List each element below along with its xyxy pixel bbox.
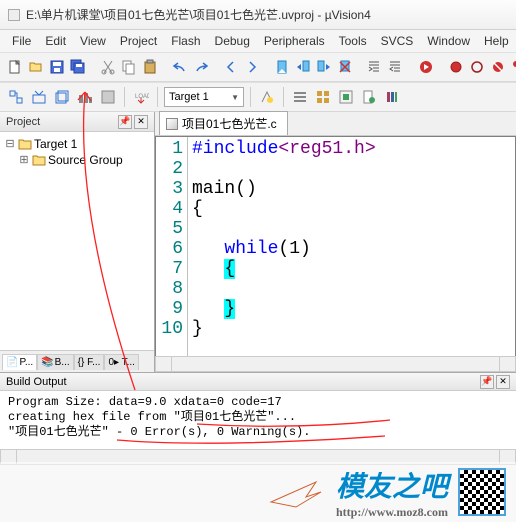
project-panel: Project 📌 ✕ ⊟ Target 1 ⊞ Source Group 📄P… — [0, 112, 155, 372]
file-ext-icon[interactable] — [359, 87, 379, 107]
batch-build-icon[interactable] — [75, 87, 95, 107]
bookmark-next-icon[interactable] — [315, 57, 333, 77]
plane-icon — [266, 472, 326, 512]
nav-forward-icon[interactable] — [243, 57, 261, 77]
tree-group-node[interactable]: ⊞ Source Group — [4, 152, 150, 168]
project-bottom-tabs: 📄P... 📚B... {} F... 0▸ T... — [0, 350, 154, 372]
code-content[interactable]: #include<reg51.h> main(){ while(1) { }} — [188, 137, 380, 356]
menu-help[interactable]: Help — [478, 32, 515, 50]
h-scrollbar[interactable] — [155, 356, 516, 372]
bookmark-clear-icon[interactable] — [336, 57, 354, 77]
options-target-icon[interactable] — [257, 87, 277, 107]
build-line-size: Program Size: data=9.0 xdata=0 code=17 — [8, 395, 508, 410]
watermark-footer: 模友之吧http://www.moz8.com — [0, 462, 516, 522]
project-tree[interactable]: ⊟ Target 1 ⊞ Source Group — [0, 132, 154, 350]
menu-project[interactable]: Project — [114, 32, 163, 50]
tab-project[interactable]: 📄P... — [2, 354, 37, 370]
menu-view[interactable]: View — [74, 32, 112, 50]
line-gutter: 12345678910 — [156, 137, 188, 356]
build-output-content[interactable]: Program Size: data=9.0 xdata=0 code=17cr… — [0, 391, 516, 449]
bo-pin-icon[interactable]: 📌 — [480, 375, 494, 389]
outdent-icon[interactable] — [387, 57, 405, 77]
build-output-header: Build Output 📌✕ — [0, 373, 516, 391]
breakpoint-icon[interactable] — [447, 57, 465, 77]
toolbar-row-1 — [0, 52, 516, 82]
titlebar: E:\单片机课堂\项目01七色光芒\项目01七色光芒.uvproj - µVis… — [0, 0, 516, 30]
menubar: File Edit View Project Flash Debug Perip… — [0, 30, 516, 52]
breakpoint-disable-icon[interactable] — [468, 57, 486, 77]
build-output-title: Build Output — [6, 376, 67, 388]
manage-project-icon[interactable] — [290, 87, 310, 107]
cut-icon[interactable] — [99, 57, 117, 77]
copy-icon[interactable] — [120, 57, 138, 77]
watermark-logo: 模友之吧http://www.moz8.com — [336, 465, 448, 520]
menu-edit[interactable]: Edit — [39, 32, 72, 50]
code-tabs: 项目01七色光芒.c — [155, 112, 516, 136]
bookmark-prev-icon[interactable] — [294, 57, 312, 77]
tree-target-label: Target 1 — [34, 137, 77, 151]
tab-templates[interactable]: 0▸ T... — [104, 354, 139, 370]
build-line-hex: creating hex file from "项目01七色光芒"... — [8, 410, 508, 425]
tree-group-label: Source Group — [48, 153, 123, 167]
breakpoint-toggle-all-icon[interactable] — [510, 57, 516, 77]
menu-debug[interactable]: Debug — [209, 32, 256, 50]
target-select-value: Target 1 — [169, 91, 209, 103]
save-all-icon[interactable] — [69, 57, 87, 77]
redo-icon[interactable] — [192, 57, 210, 77]
project-panel-title: Project — [6, 116, 40, 128]
save-icon[interactable] — [48, 57, 66, 77]
dropdown-arrow-icon: ▼ — [231, 93, 239, 102]
books-icon[interactable] — [382, 87, 402, 107]
bo-close-icon[interactable]: ✕ — [496, 375, 510, 389]
new-file-icon[interactable] — [6, 57, 24, 77]
nav-back-icon[interactable] — [222, 57, 240, 77]
breakpoint-kill-icon[interactable] — [489, 57, 507, 77]
project-panel-header: Project 📌 ✕ — [0, 112, 154, 132]
control-menu-icon[interactable] — [8, 9, 20, 21]
window-title: E:\单片机课堂\项目01七色光芒\项目01七色光芒.uvproj - µVis… — [26, 6, 371, 23]
menu-flash[interactable]: Flash — [165, 32, 206, 50]
menu-file[interactable]: File — [6, 32, 37, 50]
menu-svcs[interactable]: SVCS — [375, 32, 420, 50]
debug-run-icon[interactable] — [417, 57, 435, 77]
target-folder-icon — [18, 137, 32, 151]
qr-code-icon — [458, 468, 506, 516]
code-tab-active[interactable]: 项目01七色光芒.c — [159, 111, 288, 135]
bookmark-icon[interactable] — [273, 57, 291, 77]
stop-build-icon[interactable] — [98, 87, 118, 107]
rebuild-icon[interactable] — [52, 87, 72, 107]
paste-icon[interactable] — [141, 57, 159, 77]
toolbar-row-2: LOAD Target 1 ▼ — [0, 82, 516, 112]
tree-target-node[interactable]: ⊟ Target 1 — [4, 136, 150, 152]
tab-books[interactable]: 📚B... — [37, 354, 73, 370]
indent-icon[interactable] — [366, 57, 384, 77]
code-editor[interactable]: 12345678910 #include<reg51.h> main(){ wh… — [155, 136, 516, 356]
build-output-panel: Build Output 📌✕ Program Size: data=9.0 x… — [0, 372, 516, 465]
watermark-url: http://www.moz8.com — [336, 505, 448, 520]
download-icon[interactable]: LOAD — [131, 87, 151, 107]
target-select-combo[interactable]: Target 1 ▼ — [164, 87, 244, 107]
translate-icon[interactable] — [6, 87, 26, 107]
menu-peripherals[interactable]: Peripherals — [258, 32, 331, 50]
work-area: Project 📌 ✕ ⊟ Target 1 ⊞ Source Group 📄P… — [0, 112, 516, 372]
code-area: 项目01七色光芒.c 12345678910 #include<reg51.h>… — [155, 112, 516, 372]
undo-icon[interactable] — [171, 57, 189, 77]
svg-text:LOAD: LOAD — [135, 94, 149, 100]
c-file-icon — [166, 118, 178, 130]
menu-tools[interactable]: Tools — [333, 32, 373, 50]
code-tab-label: 项目01七色光芒.c — [182, 115, 277, 132]
multi-project-icon[interactable] — [313, 87, 333, 107]
project-items-icon[interactable] — [336, 87, 356, 107]
group-folder-icon — [32, 153, 46, 167]
panel-close-icon[interactable]: ✕ — [134, 115, 148, 129]
open-file-icon[interactable] — [27, 57, 45, 77]
panel-pin-icon[interactable]: 📌 — [118, 115, 132, 129]
build-line-result: "项目01七色光芒" - 0 Error(s), 0 Warning(s). — [8, 425, 508, 440]
build-target-icon[interactable] — [29, 87, 49, 107]
menu-window[interactable]: Window — [421, 32, 476, 50]
tab-functions[interactable]: {} F... — [74, 354, 105, 370]
